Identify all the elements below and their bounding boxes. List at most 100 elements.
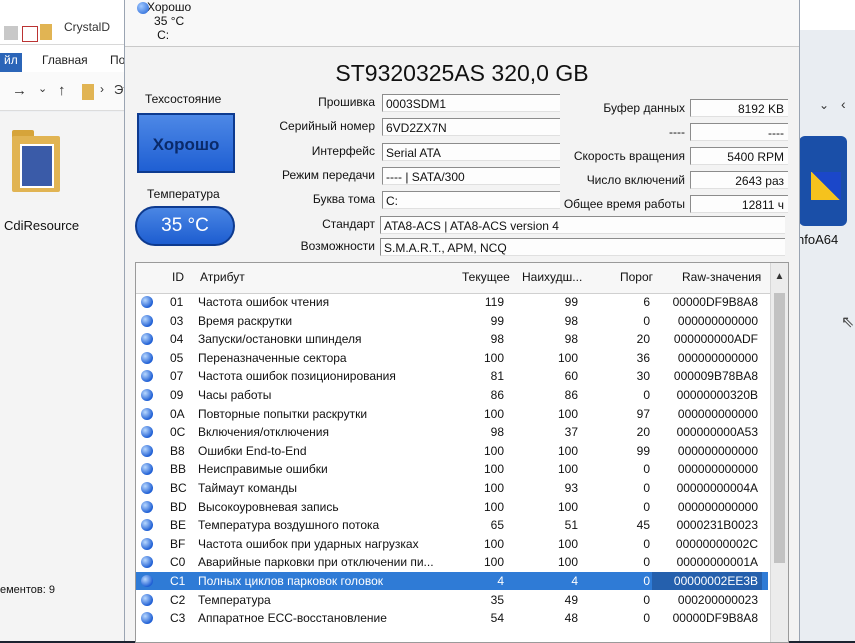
back-arrow-icon[interactable]: → <box>12 82 27 99</box>
table-row[interactable]: C2 Температура 35 49 0 000200000023 <box>136 591 768 609</box>
table-row[interactable]: 01 Частота ошибок чтения 119 99 6 00000DF9B8A… <box>136 293 768 311</box>
row-attribute: Запуски/остановки шпинделя <box>198 332 362 347</box>
header-threshold[interactable]: Порог <box>620 270 653 284</box>
table-row[interactable]: 07 Частота ошибок позиционирования 81 60 30 0… <box>136 367 768 385</box>
row-id: C1 <box>170 574 186 588</box>
status-dot-icon <box>141 593 153 606</box>
row-worst: 51 <box>564 518 578 533</box>
transfer-mode-field: ---- | SATA/300 <box>382 167 560 185</box>
standard-field: ATA8-ACS | ATA8-ACS version 4 <box>380 216 785 234</box>
scroll-thumb[interactable] <box>774 293 785 563</box>
row-current: 81 <box>490 369 504 384</box>
row-worst: 86 <box>564 388 578 402</box>
chevron-down-icon[interactable]: ⌄ <box>819 98 829 112</box>
table-row[interactable]: C3 Аппаратное ECC-восстановление 54 48 0 0000… <box>136 609 768 627</box>
status-dot-icon <box>141 444 153 457</box>
row-threshold: 20 <box>636 425 650 440</box>
row-raw: 00000DF9B8A8 <box>672 611 758 626</box>
row-worst: 100 <box>557 462 578 477</box>
table-row[interactable]: BC Таймаут команды 100 93 0 00000000004A <box>136 479 768 497</box>
table-scrollbar[interactable]: ▲ <box>770 263 788 642</box>
aida-app-icon[interactable] <box>799 136 847 226</box>
row-raw: 0000231B0023 <box>676 518 758 533</box>
table-row[interactable]: BB Неисправимые ошибки 100 100 0 000000000000 <box>136 460 768 478</box>
row-raw: 00000000001A <box>676 555 758 570</box>
chevron-down-icon[interactable]: ⌄ <box>38 82 47 95</box>
table-row[interactable]: 0A Повторные попытки раскрутки 100 100 97 000… <box>136 405 768 423</box>
row-id: BE <box>170 518 187 533</box>
table-row[interactable]: B8 Ошибки End-to-End 100 100 99 000000000000 <box>136 442 768 460</box>
row-worst: 100 <box>557 536 578 551</box>
transfer-mode-label: Режим передачи <box>282 168 375 182</box>
header-id[interactable]: ID <box>172 270 184 284</box>
row-id: 01 <box>170 295 184 309</box>
standard-label: Стандарт <box>322 217 375 231</box>
table-row[interactable]: 03 Время раскрутки 99 98 0 000000000000 <box>136 312 768 330</box>
folder-icon[interactable] <box>40 24 52 40</box>
header-attribute[interactable]: Атрибут <box>200 270 245 284</box>
firmware-field: 0003SDM1 <box>382 94 560 112</box>
row-worst: 60 <box>564 369 578 384</box>
table-header: ID Атрибут Текущее Наихудш... Порог Raw-… <box>136 263 788 294</box>
serial-field: 6VD2ZX7N <box>382 118 560 136</box>
health-status-button[interactable]: Хорошо <box>137 113 235 173</box>
row-id: 09 <box>170 388 184 402</box>
table-row[interactable]: 0C Включения/отключения 98 37 20 000000000A53 <box>136 423 768 441</box>
drive-tab-c[interactable]: Хорошо 35 °C C: <box>135 0 191 42</box>
row-current: 54 <box>490 611 504 626</box>
table-row[interactable]: 04 Запуски/остановки шпинделя 98 98 20 000000… <box>136 330 768 348</box>
status-dot-icon <box>141 463 153 476</box>
table-row[interactable]: BE Температура воздушного потока 65 51 45 000… <box>136 516 768 534</box>
drive-tab-temp: 35 °C <box>154 14 185 28</box>
row-raw: 00000002EE3B <box>652 572 762 590</box>
ribbon-tab-home[interactable]: Главная <box>42 53 88 73</box>
unknown-field: ---- <box>690 123 788 141</box>
buffer-field: 8192 KB <box>690 99 788 117</box>
row-raw: 00000000320B <box>676 388 758 402</box>
row-threshold: 36 <box>636 350 650 365</box>
row-current: 100 <box>483 443 504 458</box>
header-worst[interactable]: Наихудш... <box>522 270 582 284</box>
scroll-up-icon[interactable]: ▲ <box>771 271 788 285</box>
row-raw: 000000000A53 <box>676 425 758 440</box>
row-attribute: Время раскрутки <box>198 313 293 328</box>
status-dot-icon <box>141 407 153 420</box>
row-current: 119 <box>484 295 504 309</box>
table-row[interactable]: C1 Полных циклов парковок головок 4 4 0 00000… <box>136 572 768 590</box>
table-row[interactable]: 09 Часы работы 86 86 0 00000000320B <box>136 386 768 404</box>
path-separator-icon: › <box>100 82 104 96</box>
row-raw: 000000000ADF <box>673 332 758 347</box>
table-row[interactable]: C0 Аварийные парковки при отключении пи..… <box>136 553 768 571</box>
ribbon-tab-file[interactable]: йл <box>0 53 22 73</box>
row-current: 100 <box>483 499 504 514</box>
header-raw[interactable]: Raw-значения <box>682 270 761 284</box>
row-threshold: 0 <box>643 555 650 570</box>
table-row[interactable]: BF Частота ошибок при ударных нагрузках 10… <box>136 535 768 553</box>
table-row[interactable]: 05 Переназначенные сектора 100 100 36 0000000… <box>136 349 768 367</box>
mouse-cursor-icon: ⇖ <box>841 314 855 331</box>
row-worst: 100 <box>557 555 578 570</box>
row-threshold: 0 <box>643 462 650 477</box>
row-threshold: 0 <box>643 388 650 402</box>
header-current[interactable]: Текущее <box>462 270 510 284</box>
up-arrow-icon[interactable]: ↑ <box>58 82 66 99</box>
folder-label[interactable]: CdiResource <box>4 218 79 233</box>
status-dot-icon <box>141 389 153 401</box>
status-dot-icon <box>141 556 153 569</box>
back-icon[interactable]: ‹ <box>841 96 846 112</box>
row-raw: 000000000000 <box>677 350 758 365</box>
status-dot-icon <box>141 482 153 494</box>
smart-table[interactable]: ID Атрибут Текущее Наихудш... Порог Raw-… <box>135 262 789 643</box>
firmware-label: Прошивка <box>318 95 375 109</box>
row-raw: 000000000000 <box>677 406 758 421</box>
table-row[interactable]: BD Высокоуровневая запись 100 100 0 000000000… <box>136 498 768 516</box>
power-on-count-label: Число включений <box>586 173 685 187</box>
row-raw: 000009B78BA8 <box>673 369 758 384</box>
row-id: C0 <box>170 555 186 570</box>
folder-icon[interactable] <box>12 130 60 192</box>
row-id: 07 <box>170 369 184 384</box>
app-label[interactable]: nfoA64 <box>797 232 838 247</box>
checkmark-icon[interactable] <box>22 26 38 42</box>
row-id: 03 <box>170 313 184 328</box>
explorer-title: CrystalD <box>64 20 111 34</box>
